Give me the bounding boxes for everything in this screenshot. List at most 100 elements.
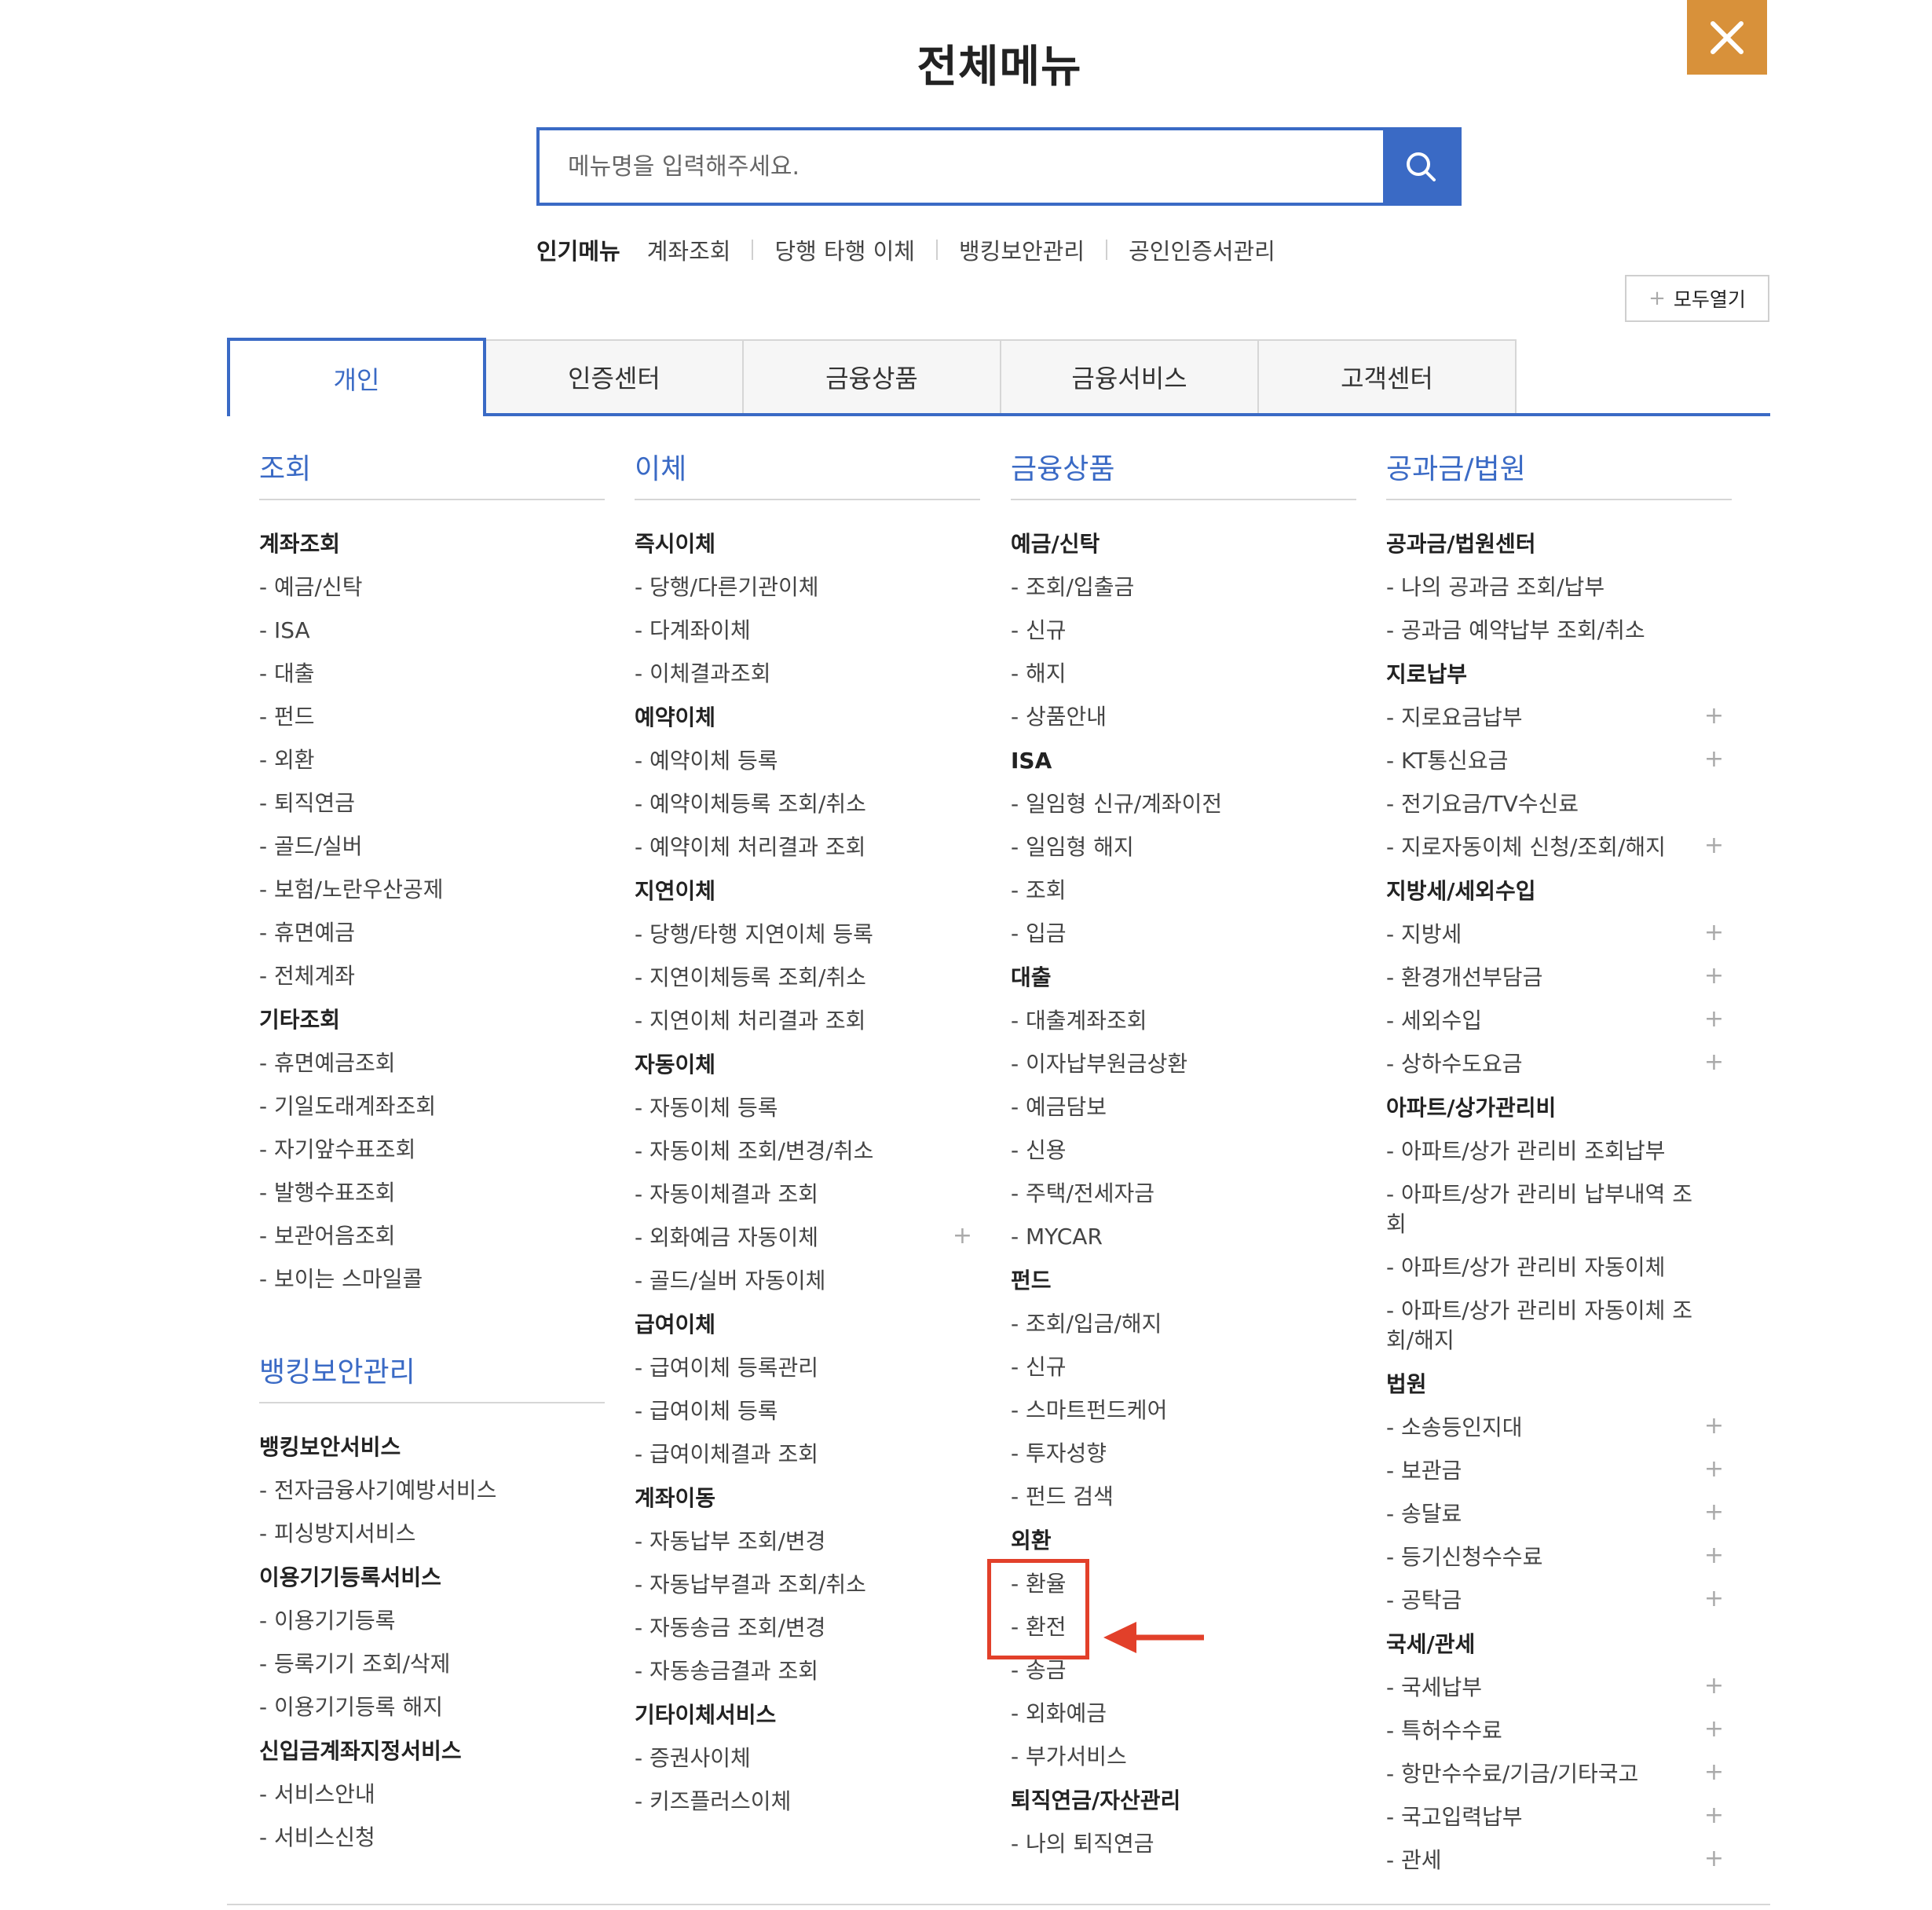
menu-item[interactable]: - 전기요금/TV수신료 [1386, 783, 1732, 826]
menu-item[interactable]: - 예금담보 [1011, 1086, 1356, 1129]
menu-item[interactable]: - 환경개선부담금 + [1386, 957, 1732, 1000]
menu-item[interactable]: - 자동송금 조회/변경 [635, 1607, 980, 1650]
menu-item[interactable]: - 나의 퇴직연금 [1011, 1823, 1356, 1866]
menu-item[interactable]: - 보관어음조회 [259, 1215, 605, 1258]
expand-plus-icon[interactable]: + [1704, 1454, 1724, 1484]
menu-group-title[interactable]: 지연이체 [635, 869, 980, 913]
menu-item[interactable]: - 상하수도요금 + [1386, 1043, 1732, 1086]
menu-item[interactable]: - 외화예금 자동이체 + [635, 1217, 980, 1260]
menu-item[interactable]: - 세외수입 + [1386, 1000, 1732, 1043]
menu-item[interactable]: - 등록기기 조회/삭제 [259, 1643, 605, 1686]
menu-group-title[interactable]: 급여이체 [635, 1303, 980, 1347]
section-heading[interactable]: 공과금/법원 [1386, 452, 1732, 500]
menu-item[interactable]: - 조회/입출금 [1011, 566, 1356, 609]
menu-item[interactable]: - 펀드 [259, 696, 605, 739]
menu-item[interactable]: - 예약이체 등록 [635, 740, 980, 783]
menu-item[interactable]: - 예약이체 처리결과 조회 [635, 826, 980, 869]
menu-item[interactable]: - 국고입력납부 + [1386, 1796, 1732, 1839]
menu-item[interactable]: - 대출계좌조회 [1011, 1000, 1356, 1043]
expand-plus-icon[interactable]: + [1704, 831, 1724, 861]
tab-financial-services[interactable]: 금융서비스 [1000, 339, 1259, 413]
menu-item[interactable]: - 송달료 + [1386, 1493, 1732, 1536]
menu-item[interactable]: - 휴면예금 [259, 912, 605, 955]
menu-group-title[interactable]: 예약이체 [635, 696, 980, 740]
expand-plus-icon[interactable]: + [1704, 1758, 1724, 1787]
expand-plus-icon[interactable]: + [1704, 701, 1724, 731]
menu-item[interactable]: - 급여이체 등록 [635, 1390, 980, 1433]
menu-item[interactable]: - 증권사이체 [635, 1737, 980, 1780]
menu-item[interactable]: - 스마트펀드케어 [1011, 1389, 1356, 1432]
menu-item[interactable]: - 자동이체 조회/변경/취소 [635, 1130, 980, 1173]
menu-item[interactable]: - 서비스안내 [259, 1773, 605, 1817]
menu-group-title[interactable]: 예금/신탁 [1011, 522, 1356, 566]
menu-item[interactable]: - KT통신요금 + [1386, 740, 1732, 783]
menu-item[interactable]: - 펀드 검색 [1011, 1476, 1356, 1519]
menu-item[interactable]: - 퇴직연금 [259, 782, 605, 825]
menu-item[interactable]: - 보이는 스마일콜 [259, 1258, 605, 1301]
expand-plus-icon[interactable]: + [1704, 1498, 1724, 1528]
menu-item[interactable]: - 특허수수료 + [1386, 1710, 1732, 1753]
menu-item[interactable]: - 공과금 예약납부 조회/취소 [1386, 609, 1732, 653]
menu-item[interactable]: - 보관금 + [1386, 1450, 1732, 1493]
menu-item[interactable]: - 상품안내 [1011, 696, 1356, 739]
section-heading[interactable]: 이체 [635, 452, 980, 500]
menu-item[interactable]: - 이용기기등록 해지 [259, 1686, 605, 1729]
menu-group-title[interactable]: 기타이체서비스 [635, 1693, 980, 1737]
menu-item[interactable]: - 골드/실버 자동이체 [635, 1260, 980, 1303]
menu-item[interactable]: - 신용 [1011, 1129, 1356, 1173]
expand-plus-icon[interactable]: + [1704, 1584, 1724, 1614]
menu-item[interactable]: - 발행수표조회 [259, 1172, 605, 1215]
menu-group-title[interactable]: 계좌조회 [259, 522, 605, 566]
menu-item[interactable]: - 대출 [259, 653, 605, 696]
expand-plus-icon[interactable]: + [1704, 961, 1724, 991]
menu-item[interactable]: - 입금 [1011, 913, 1356, 956]
expand-plus-icon[interactable]: + [1704, 918, 1724, 948]
menu-group-title[interactable]: 자동이체 [635, 1043, 980, 1087]
menu-item[interactable]: - 외환 [259, 739, 605, 782]
section-heading[interactable]: 금융상품 [1011, 452, 1356, 500]
menu-item[interactable]: - 공탁금 + [1386, 1579, 1732, 1623]
menu-item[interactable]: - 나의 공과금 조회/납부 [1386, 566, 1732, 609]
expand-plus-icon[interactable]: + [1704, 1844, 1724, 1874]
tab-customer-center[interactable]: 고객센터 [1257, 339, 1517, 413]
menu-item[interactable]: - 자동송금결과 조회 [635, 1650, 980, 1693]
expand-plus-icon[interactable]: + [1704, 1801, 1724, 1831]
menu-group-title[interactable]: ISA [1011, 739, 1356, 783]
expand-plus-icon[interactable]: + [1704, 1411, 1724, 1441]
menu-item[interactable]: - 예금/신탁 [259, 566, 605, 609]
menu-item[interactable]: - 자동이체결과 조회 [635, 1173, 980, 1217]
menu-item[interactable]: - 일임형 해지 [1011, 826, 1356, 869]
menu-group-title[interactable]: 펀드 [1011, 1259, 1356, 1303]
expand-plus-icon[interactable]: + [1704, 1541, 1724, 1571]
menu-item[interactable]: - 자동납부 조회/변경 [635, 1520, 980, 1564]
menu-group-title[interactable]: 이용기기등록서비스 [259, 1556, 605, 1600]
menu-item[interactable]: - 이자납부원금상환 [1011, 1043, 1356, 1086]
menu-item[interactable]: - 자기앞수표조회 [259, 1129, 605, 1172]
menu-item[interactable]: - 신규 [1011, 1346, 1356, 1389]
menu-item[interactable]: - 지로자동이체 신청/조회/해지 + [1386, 826, 1732, 869]
popular-link-transfer[interactable]: 당행 타행 이체 [774, 233, 915, 266]
menu-group-title[interactable]: 뱅킹보안서비스 [259, 1425, 605, 1469]
menu-item[interactable]: - 다계좌이체 [635, 609, 980, 653]
menu-item[interactable]: - 전자금융사기예방서비스 [259, 1469, 605, 1513]
menu-item[interactable]: - 부가서비스 [1011, 1736, 1356, 1779]
menu-item[interactable]: - 키즈플러스이체 [635, 1780, 980, 1824]
menu-item[interactable]: - ISA [259, 609, 605, 653]
menu-item[interactable]: - 보험/노란우산공제 [259, 869, 605, 912]
menu-item[interactable]: - 조회/입금/해지 [1011, 1303, 1356, 1346]
tab-personal[interactable]: 개인 [227, 338, 486, 416]
expand-plus-icon[interactable]: + [953, 1221, 972, 1251]
menu-item[interactable]: - 급여이체결과 조회 [635, 1433, 980, 1476]
menu-item[interactable]: - 아파트/상가 관리비 자동이체 [1386, 1246, 1732, 1290]
menu-group-title[interactable]: 외환 [1011, 1519, 1356, 1563]
menu-item[interactable]: - 지로요금납부 + [1386, 697, 1732, 740]
menu-item[interactable]: - MYCAR [1011, 1216, 1356, 1259]
menu-item[interactable]: - 항만수수료/기금/기타국고 + [1386, 1753, 1732, 1796]
menu-item[interactable]: - 일임형 신규/계좌이전 [1011, 783, 1356, 826]
menu-item[interactable]: - 아파트/상가 관리비 자동이체 조회/해지 [1386, 1290, 1732, 1363]
menu-item[interactable]: - 자동이체 등록 [635, 1087, 980, 1130]
menu-item[interactable]: - 이용기기등록 [259, 1600, 605, 1643]
menu-item[interactable]: - 당행/타행 지연이체 등록 [635, 913, 980, 957]
menu-item[interactable]: - 신규 [1011, 609, 1356, 653]
menu-item[interactable]: - 아파트/상가 관리비 납부내역 조회 [1386, 1173, 1732, 1246]
